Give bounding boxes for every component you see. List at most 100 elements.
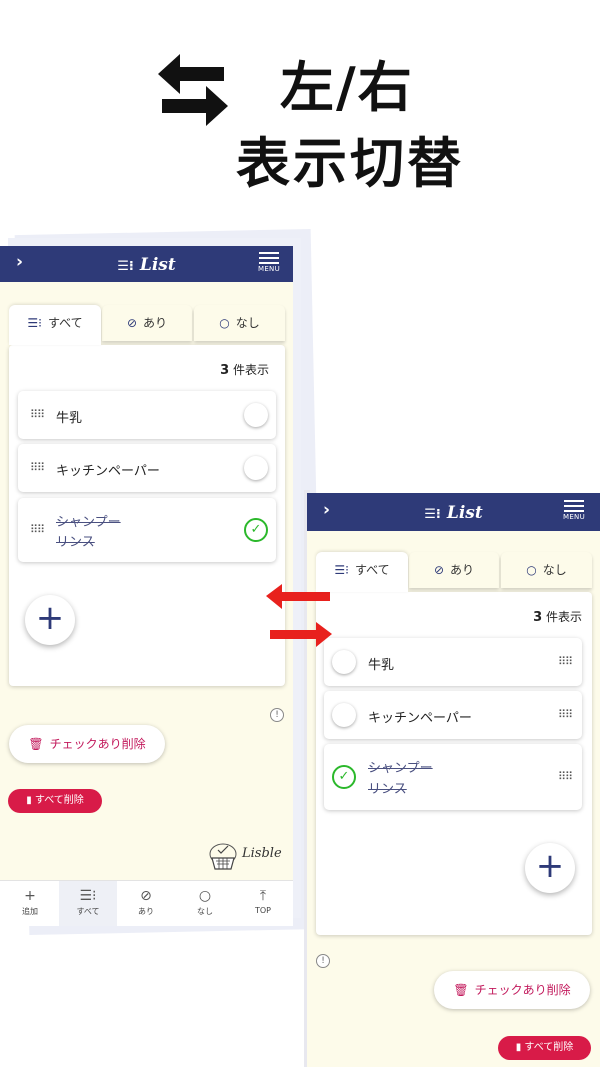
check-circle-icon: ⊘ — [126, 316, 138, 330]
trash-icon: ▮ — [26, 795, 35, 806]
tab-label: なし — [235, 316, 260, 330]
count-number: 3 — [220, 363, 230, 378]
filter-tabs: ☰⁝ すべて ⊘ あり ○ なし — [9, 305, 285, 345]
basket-logo-icon — [209, 843, 237, 870]
list-card: 3 件表示 ⠿⠿ 牛乳 ⠿⠿ キッチンペーパー ⠿⠿ シャンプー リンス ✓ + — [9, 345, 285, 686]
count-suffix: 件表示 — [232, 363, 269, 377]
header-title: ☰⁝ List — [0, 255, 293, 275]
nav-label: TOP — [254, 906, 271, 915]
nav-top[interactable]: ⤒ TOP — [234, 881, 292, 926]
drag-handle-icon[interactable]: ⠿⠿ — [558, 655, 573, 668]
check-circle-icon: ⊘ — [433, 563, 445, 577]
app-header: › ☰⁝ List MENU — [0, 246, 293, 282]
item-label: リンス — [368, 782, 407, 797]
count-number: 3 — [533, 610, 543, 625]
circle-icon: ○ — [198, 888, 212, 904]
logo-text: Lisble — [242, 846, 282, 861]
drag-handle-icon[interactable]: ⠿⠿ — [558, 708, 573, 721]
checkbox-circle[interactable] — [244, 456, 268, 480]
item-count: 3 件表示 — [533, 608, 582, 625]
checkbox-circle[interactable] — [332, 650, 356, 674]
header-title-text: List — [139, 255, 176, 275]
delete-all-button[interactable]: ▮ すべて削除 — [498, 1036, 591, 1060]
top-arrow-icon: ⤒ — [259, 888, 267, 904]
nav-label: あり — [138, 907, 154, 916]
menu-button[interactable]: MENU — [562, 499, 586, 521]
menu-button[interactable]: MENU — [257, 251, 281, 273]
tab-label: すべて — [354, 563, 390, 577]
item-label: シャンプー — [56, 515, 121, 530]
menu-label: MENU — [562, 513, 586, 521]
tab-all[interactable]: ☰⁝ すべて — [9, 305, 101, 345]
check-circle-icon[interactable]: ✓ — [332, 765, 356, 789]
drag-handle-icon[interactable]: ⠿⠿ — [30, 408, 45, 421]
tab-checked[interactable]: ⊘ あり — [102, 305, 192, 341]
info-icon[interactable]: ! — [270, 708, 284, 722]
plus-icon: + — [24, 888, 36, 904]
drag-handle-icon[interactable]: ⠿⠿ — [558, 770, 573, 783]
tab-unchecked[interactable]: ○ なし — [501, 552, 592, 588]
header-title-text: List — [446, 503, 483, 523]
app-header: › ☰⁝ List MENU — [307, 493, 600, 531]
list-icon: ☰⁝ — [334, 563, 349, 577]
tab-label: あり — [450, 563, 475, 577]
button-label: チェックあり削除 — [49, 737, 146, 751]
check-circle-icon: ⊘ — [140, 888, 152, 904]
list-item[interactable]: ✓ シャンプー リンス ⠿⠿ — [324, 744, 582, 810]
delete-checked-button[interactable]: 🗑 チェックあり削除 — [434, 971, 590, 1009]
list-item[interactable]: ⠿⠿ シャンプー リンス ✓ — [18, 498, 276, 562]
add-item-button[interactable]: + — [525, 843, 575, 893]
list-item[interactable]: ⠿⠿ キッチンペーパー — [18, 444, 276, 492]
right-mode-screen: › ☰⁝ List MENU ☰⁝ すべて ⊘ あり ○ なし 3 件表示 牛乳 ⠿⠿ … — [307, 493, 600, 1067]
delete-checked-button[interactable]: 🗑 チェックあり削除 — [9, 725, 165, 763]
item-label: 牛乳 — [368, 658, 395, 673]
bottom-navigation: + 追加 ☰⁝ すべて ⊘ あり ○ なし ⤒ TOP — [0, 880, 293, 926]
check-circle-icon[interactable]: ✓ — [244, 518, 268, 542]
list-card: 3 件表示 牛乳 ⠿⠿ キッチンペーパー ⠿⠿ ✓ シャンプー リンス ⠿⠿ + — [316, 592, 592, 935]
item-label: 牛乳 — [56, 411, 83, 426]
nav-unchecked[interactable]: ○ なし — [176, 881, 234, 926]
trash-icon: 🗑 — [28, 737, 44, 751]
promo-caption: 左/右 表示切替 — [0, 0, 600, 200]
circle-icon: ○ — [526, 563, 537, 577]
nav-label: なし — [197, 907, 213, 916]
swap-arrows-icon — [158, 54, 228, 126]
tab-checked[interactable]: ⊘ あり — [409, 552, 499, 588]
nav-label: 追加 — [22, 907, 38, 916]
info-icon[interactable]: ! — [316, 954, 330, 968]
list-icon: ☰⁝ — [79, 888, 97, 904]
list-icon: ☰⁝ — [117, 259, 134, 274]
checkbox-circle[interactable] — [332, 703, 356, 727]
list-item[interactable]: キッチンペーパー ⠿⠿ — [324, 691, 582, 739]
trash-icon: 🗑 — [453, 983, 469, 997]
drag-handle-icon[interactable]: ⠿⠿ — [30, 461, 45, 474]
hamburger-icon — [257, 251, 281, 264]
checkbox-circle[interactable] — [244, 403, 268, 427]
caption-line1: 左/右 — [280, 56, 414, 119]
caption-line2: 表示切替 — [236, 132, 464, 195]
tab-label: あり — [143, 316, 168, 330]
drag-handle-icon[interactable]: ⠿⠿ — [30, 523, 45, 536]
count-suffix: 件表示 — [545, 610, 582, 624]
add-item-button[interactable]: + — [25, 595, 75, 645]
list-icon: ☰⁝ — [27, 316, 42, 330]
filter-tabs: ☰⁝ すべて ⊘ あり ○ なし — [316, 552, 592, 592]
item-label: リンス — [56, 535, 95, 550]
list-item[interactable]: ⠿⠿ 牛乳 — [18, 391, 276, 439]
nav-label: すべて — [76, 907, 100, 916]
list-item[interactable]: 牛乳 ⠿⠿ — [324, 638, 582, 686]
nav-checked[interactable]: ⊘ あり — [117, 881, 175, 926]
delete-all-button[interactable]: ▮ すべて削除 — [8, 789, 102, 813]
circle-icon: ○ — [219, 316, 230, 330]
tab-all[interactable]: ☰⁝ すべて — [316, 552, 408, 592]
tab-label: なし — [542, 563, 567, 577]
item-label: キッチンペーパー — [368, 711, 472, 726]
switch-arrows-icon — [266, 584, 332, 647]
button-label: チェックあり削除 — [474, 983, 571, 997]
tab-unchecked[interactable]: ○ なし — [194, 305, 285, 341]
list-icon: ☰⁝ — [424, 507, 441, 522]
nav-add[interactable]: + 追加 — [1, 881, 59, 926]
button-label: すべて削除 — [524, 1042, 574, 1053]
item-count: 3 件表示 — [220, 361, 269, 378]
nav-all[interactable]: ☰⁝ すべて — [59, 881, 117, 926]
